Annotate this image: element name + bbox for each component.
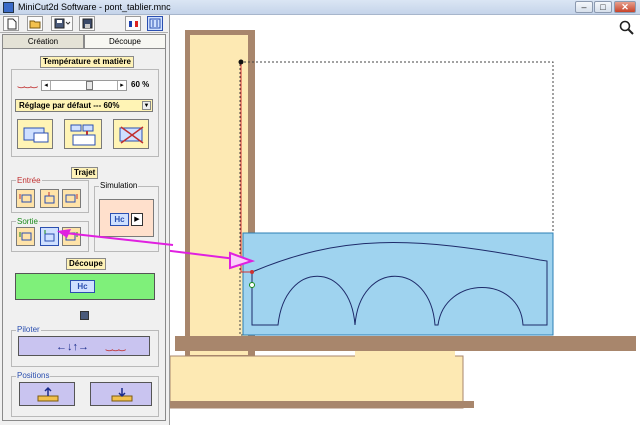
save-as-button[interactable] — [79, 16, 95, 31]
cut-head-icon: Hc — [110, 213, 129, 226]
title-bar: MiniCut2d Software - pont_tablier.mnc – … — [0, 0, 640, 15]
origin-position-icon — [111, 388, 133, 402]
open-file-button[interactable] — [27, 16, 43, 31]
horizontal-table-bar — [175, 336, 636, 351]
sortie-left-button[interactable] — [16, 227, 35, 246]
temperature-slider[interactable]: ◂ ▸ — [41, 80, 127, 91]
maximize-button[interactable]: □ — [594, 1, 612, 13]
play-icon: ▶ — [131, 213, 143, 226]
temperature-header: Température et matière — [40, 56, 134, 68]
thermo-icon: ‿‿‿ — [18, 79, 38, 88]
test-temperature-button[interactable] — [64, 119, 102, 149]
save-icon — [54, 18, 71, 29]
home-position-button[interactable] — [19, 382, 75, 406]
machine-mode-icon — [149, 18, 161, 29]
workspace-drawing — [170, 30, 636, 409]
delete-temperature-button[interactable] — [113, 119, 149, 149]
temperature-value: 60 % — [131, 80, 150, 89]
zoom-button[interactable] — [618, 19, 635, 36]
slider-left-arrow[interactable]: ◂ — [42, 81, 51, 90]
heat-test-icon — [70, 124, 96, 146]
toolbar — [0, 15, 168, 33]
drawing-canvas[interactable] — [169, 15, 640, 425]
sortie-label: Sortie — [16, 217, 39, 226]
piloter-label: Piloter — [16, 325, 41, 334]
exit-point — [249, 282, 255, 288]
pointer-arrow-tail — [57, 229, 174, 246]
decoupe-header: Découpe — [66, 258, 106, 270]
save-as-icon — [82, 18, 93, 29]
foam-column — [190, 35, 248, 355]
entry-center-icon — [44, 192, 55, 204]
cut-start-icon: Hc — [70, 280, 95, 293]
trajet-header: Trajet — [71, 167, 99, 179]
window-title: MiniCut2d Software - pont_tablier.mnc — [18, 2, 171, 12]
chevron-down-icon[interactable]: ▼ — [142, 101, 151, 110]
base-foam-block — [170, 355, 464, 409]
tab-creation[interactable]: Création — [2, 34, 84, 49]
positions-label: Positions — [16, 371, 51, 380]
save-button[interactable] — [51, 16, 73, 31]
origin-point — [238, 59, 244, 65]
open-folder-icon — [29, 20, 41, 29]
entree-label: Entrée — [16, 176, 42, 185]
slider-thumb[interactable] — [86, 81, 94, 90]
pointer-arrow-tail-line — [64, 232, 174, 246]
delete-foam-icon — [119, 126, 144, 144]
magnifier-icon — [619, 20, 634, 35]
preset-select-value: Réglage par défaut --- 60% — [19, 101, 120, 110]
slider-right-arrow[interactable]: ▸ — [117, 81, 126, 90]
app-icon — [3, 2, 14, 13]
entree-center-button[interactable] — [40, 189, 59, 208]
foam-block-icon — [23, 127, 49, 143]
language-flag-button[interactable] — [125, 16, 141, 31]
exit-left-icon — [19, 232, 32, 241]
start-cut-button[interactable]: Hc — [15, 273, 155, 300]
move-arrows-icon: ←↓↑→ — [56, 341, 89, 353]
entree-left-button[interactable] — [16, 189, 35, 208]
heat-icon: ‿‿‿ — [106, 342, 126, 351]
base-plate — [170, 401, 474, 408]
preset-select[interactable]: Réglage par défaut --- 60% ▼ — [15, 99, 153, 112]
flag-icon — [129, 21, 138, 27]
tab-bar: Création Découpe — [2, 34, 166, 49]
entry-left-icon — [19, 194, 32, 203]
home-position-icon — [37, 386, 59, 402]
new-file-icon — [7, 18, 17, 30]
start-point — [250, 270, 254, 274]
tab-decoupe[interactable]: Découpe — [84, 34, 166, 49]
piloter-button[interactable]: ←↓↑→ ‿‿‿ — [18, 336, 150, 356]
path-area — [242, 232, 554, 336]
entry-right-icon — [65, 194, 78, 203]
base-spacer — [355, 351, 455, 357]
apply-temperature-button[interactable] — [17, 119, 53, 149]
origin-position-button[interactable] — [90, 382, 152, 406]
entree-right-button[interactable] — [62, 189, 81, 208]
minimize-button[interactable]: – — [575, 1, 593, 13]
close-button[interactable]: ✕ — [614, 1, 636, 13]
simulation-label: Simulation — [99, 181, 139, 190]
machine-mode-button[interactable] — [147, 16, 163, 31]
cut-options-icon[interactable] — [80, 311, 89, 320]
new-file-button[interactable] — [3, 16, 19, 31]
